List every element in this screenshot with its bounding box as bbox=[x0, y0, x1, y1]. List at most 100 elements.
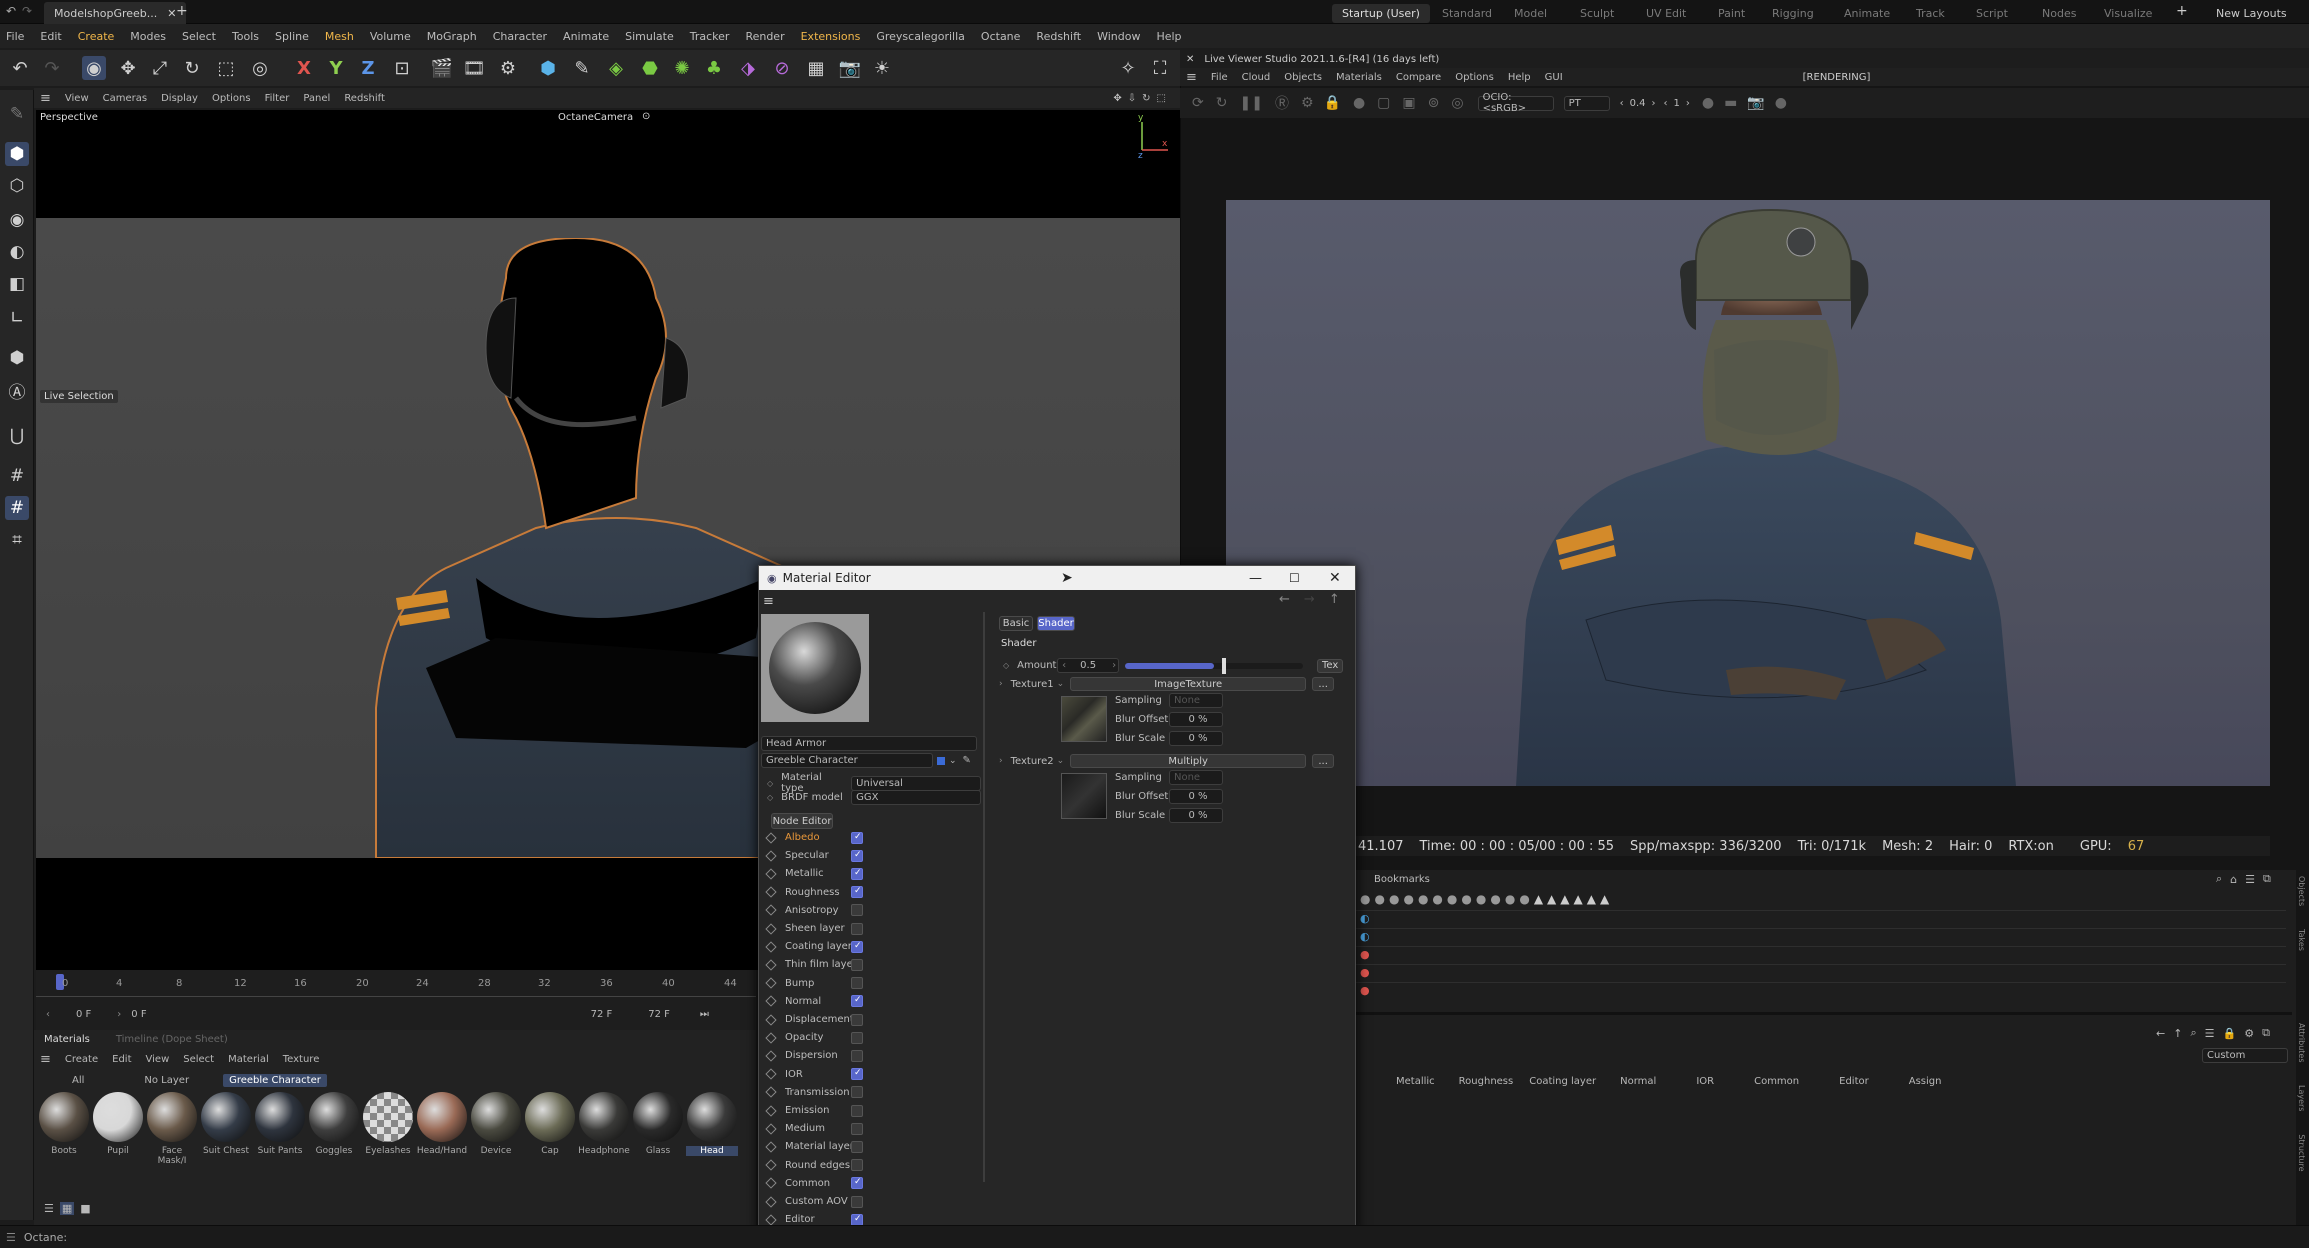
viewport-nav-icons[interactable]: ✥⇩↻⬚ bbox=[1113, 93, 1172, 104]
diamond-icon[interactable]: ◇ bbox=[767, 793, 773, 802]
start-frame-field[interactable]: 0 F bbox=[76, 1009, 91, 1020]
increment-arrow[interactable]: › bbox=[1112, 660, 1116, 671]
channel-normal[interactable]: Normal bbox=[765, 995, 979, 1008]
uv-mode-icon[interactable]: ⬢ bbox=[5, 346, 29, 370]
channel-checkbox[interactable] bbox=[851, 1177, 863, 1190]
diamond-icon[interactable] bbox=[765, 1123, 777, 1135]
channel-thin-film-layer[interactable]: Thin film layer bbox=[765, 958, 979, 971]
mat-menu-texture[interactable]: Texture bbox=[283, 1054, 320, 1065]
channel-checkbox[interactable] bbox=[851, 1013, 863, 1026]
warning-tag-icon[interactable]: ▲ bbox=[1534, 892, 1543, 906]
channel-bump[interactable]: Bump bbox=[765, 977, 979, 990]
channel-material-layer[interactable]: Material layer bbox=[765, 1140, 979, 1153]
viewport-menu-view[interactable]: View bbox=[65, 93, 89, 104]
layout-nodes[interactable]: Nodes bbox=[2032, 4, 2086, 23]
visibility-icon[interactable]: ◐ bbox=[1360, 930, 1370, 943]
diamond-icon[interactable] bbox=[765, 941, 777, 953]
material-swatch[interactable]: Head/Hand bbox=[416, 1092, 468, 1156]
eyedropper-icon[interactable]: ✎ bbox=[963, 755, 971, 766]
diamond-icon[interactable] bbox=[765, 1214, 777, 1226]
y-axis-icon[interactable]: Y bbox=[324, 56, 348, 80]
attr-tab-common[interactable]: Common bbox=[1754, 1076, 1799, 1087]
expand-arrow-icon[interactable]: › bbox=[999, 679, 1003, 689]
channel-dispersion[interactable]: Dispersion bbox=[765, 1049, 979, 1062]
diamond-icon[interactable] bbox=[765, 922, 777, 935]
warning-tag-icon[interactable]: ▲ bbox=[1547, 892, 1556, 906]
viewport-menu-panel[interactable]: Panel bbox=[303, 93, 330, 104]
diamond-icon[interactable] bbox=[765, 1013, 777, 1026]
blur-offset-field[interactable]: 0 % bbox=[1169, 712, 1223, 727]
layer-field[interactable]: Greeble Character bbox=[761, 753, 933, 768]
menu-modes[interactable]: Modes bbox=[130, 30, 166, 43]
render-picture-icon[interactable]: 🎞 bbox=[462, 56, 486, 80]
attr-tab-coating-layer[interactable]: Coating layer bbox=[1529, 1076, 1596, 1087]
channel-checkbox[interactable] bbox=[851, 1031, 863, 1044]
new-window-icon[interactable]: ⧉ bbox=[2263, 872, 2271, 886]
channel-sheen-layer[interactable]: Sheen layer bbox=[765, 922, 979, 935]
expand-arrow-icon[interactable]: › bbox=[999, 756, 1003, 766]
grid-icon[interactable]: ▦ bbox=[804, 56, 828, 80]
new-layouts-button[interactable]: New Layouts bbox=[2206, 4, 2297, 23]
diamond-icon[interactable] bbox=[765, 1195, 777, 1208]
channel-common[interactable]: Common bbox=[765, 1177, 979, 1190]
channel-checkbox[interactable] bbox=[851, 940, 863, 953]
rotate-tool-icon[interactable]: ↻ bbox=[180, 56, 204, 80]
filter-all[interactable]: All bbox=[72, 1075, 84, 1086]
viewport-camera-label[interactable]: OctaneCamera bbox=[558, 112, 633, 123]
attr-tab-assign[interactable]: Assign bbox=[1909, 1076, 1942, 1087]
diamond-icon[interactable] bbox=[765, 995, 777, 1007]
chevron-down-icon[interactable]: ⌄ bbox=[1057, 679, 1065, 689]
add-layout-icon[interactable]: + bbox=[2176, 3, 2188, 19]
material-preview[interactable] bbox=[761, 614, 869, 722]
locked-workplane-icon[interactable]: ⌗ bbox=[5, 528, 29, 552]
channel-checkbox[interactable] bbox=[851, 849, 863, 862]
layout-script[interactable]: Script bbox=[1966, 4, 2018, 23]
generator-icon[interactable]: ⬣ bbox=[638, 56, 662, 80]
layout-track[interactable]: Track bbox=[1906, 4, 1955, 23]
end-frame-field-2[interactable]: 72 F bbox=[648, 1009, 670, 1020]
menu-volume[interactable]: Volume bbox=[370, 30, 411, 43]
channel-checkbox[interactable] bbox=[851, 922, 863, 935]
lock-icon[interactable]: 🔒 bbox=[1324, 95, 1341, 111]
pin-icon[interactable]: ⊚ bbox=[1428, 95, 1440, 111]
object-mode-icon[interactable]: ⬢ bbox=[5, 142, 29, 166]
count-next-arrow[interactable]: › bbox=[1686, 98, 1690, 109]
chevron-down-icon[interactable]: ⌄ bbox=[949, 756, 957, 766]
sampling-select[interactable]: None bbox=[1169, 770, 1223, 785]
current-frame-field[interactable]: 0 F bbox=[131, 1009, 146, 1020]
diamond-icon[interactable] bbox=[765, 868, 777, 880]
document-tab[interactable]: ModelshopGreeb... ✕ bbox=[44, 2, 187, 24]
channel-specular[interactable]: Specular bbox=[765, 849, 979, 862]
focus-icon[interactable]: ◎ bbox=[1451, 95, 1463, 111]
texture2-more-button[interactable]: ... bbox=[1312, 754, 1335, 768]
channel-checkbox[interactable] bbox=[851, 1086, 863, 1099]
render-mode-select[interactable]: PT bbox=[1563, 95, 1610, 111]
diamond-icon[interactable] bbox=[765, 1141, 777, 1153]
snapshot-icon[interactable]: 📷 bbox=[1747, 95, 1764, 111]
brdf-select[interactable]: GGX bbox=[851, 790, 982, 805]
attr-tab-normal[interactable]: Normal bbox=[1620, 1076, 1656, 1087]
move-tool-icon[interactable]: ✥ bbox=[116, 56, 140, 80]
material-swatch[interactable]: Device bbox=[470, 1092, 522, 1156]
prev-arrow-icon[interactable]: ‹ bbox=[46, 1009, 50, 1020]
channel-anisotropy[interactable]: Anisotropy bbox=[765, 904, 979, 917]
count-value[interactable]: 1 bbox=[1673, 98, 1679, 109]
timeline[interactable]: 0 4 8 12 16 20 24 28 32 36 40 44 ‹ 0 F ›… bbox=[36, 970, 756, 1030]
texture1-more-button[interactable]: ... bbox=[1312, 677, 1335, 691]
back-arrow-icon[interactable]: ← bbox=[2156, 1027, 2165, 1040]
channel-editor[interactable]: Editor bbox=[765, 1213, 979, 1226]
blur-scale-field[interactable]: 0 % bbox=[1169, 808, 1223, 823]
menu-create[interactable]: Create bbox=[78, 30, 115, 43]
channel-checkbox[interactable] bbox=[851, 977, 863, 990]
material-swatch[interactable]: Headphone bbox=[578, 1092, 630, 1156]
light-icon[interactable]: ☀ bbox=[870, 56, 894, 80]
channel-checkbox[interactable] bbox=[851, 1068, 863, 1081]
search-icon[interactable]: ⌕ bbox=[2190, 1026, 2196, 1040]
lv-menu-objects[interactable]: Objects bbox=[1284, 72, 1322, 83]
frame2-icon[interactable]: ▣ bbox=[1402, 95, 1415, 111]
coord-system-icon[interactable]: ⊡ bbox=[390, 56, 414, 80]
node-editor-button[interactable]: Node Editor bbox=[771, 813, 833, 829]
count-prev-arrow[interactable]: ‹ bbox=[1663, 98, 1667, 109]
channel-checkbox[interactable] bbox=[851, 1213, 863, 1226]
menu-extensions[interactable]: Extensions bbox=[801, 30, 861, 43]
